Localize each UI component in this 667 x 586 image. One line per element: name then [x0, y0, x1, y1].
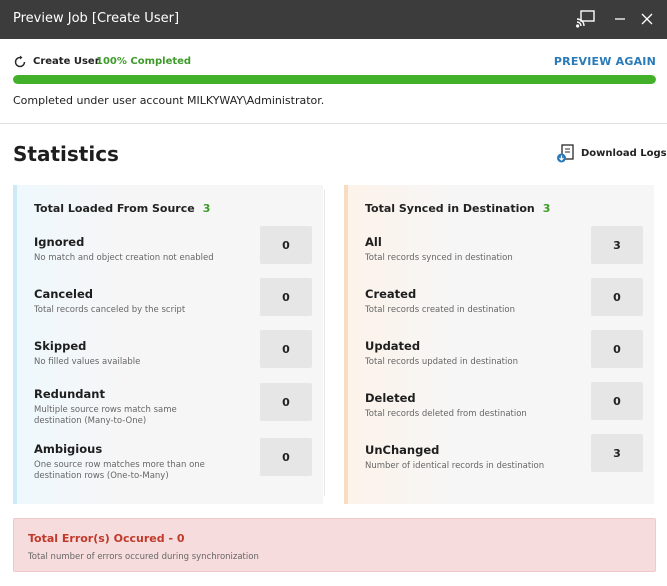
error-summary: Total Error(s) Occured - 0 Total number … — [13, 518, 656, 572]
stat-label: Ambigious — [34, 442, 103, 456]
stat-description: No filled values available — [34, 357, 141, 367]
stat-value: 0 — [591, 278, 643, 316]
preview-again-button[interactable]: PREVIEW AGAIN — [554, 55, 656, 68]
job-status-row: Create User 100% Completed PREVIEW AGAIN — [13, 54, 656, 70]
stat-label: Skipped — [34, 339, 87, 353]
stat-value: 0 — [260, 330, 312, 368]
stat-value: 0 — [260, 278, 312, 316]
destination-panel-count: 3 — [542, 202, 551, 215]
source-panel-count: 3 — [202, 202, 211, 215]
download-logs-icon — [556, 144, 576, 168]
stat-description: One source row matches more than one des… — [34, 460, 205, 481]
destination-panel-title: Total Synced in Destination — [365, 202, 535, 215]
stat-label: Redundant — [34, 387, 105, 401]
progress-status-text: 100% Completed — [96, 56, 192, 67]
minimize-icon[interactable] — [609, 8, 631, 30]
window-title: Preview Job [Create User] — [13, 11, 180, 26]
progress-bar-fill — [13, 75, 656, 84]
stat-value: 0 — [591, 382, 643, 420]
stat-description: Total records canceled by the script — [34, 305, 186, 315]
account-message: Completed under user account MILKYWAY\Ad… — [13, 94, 325, 107]
stat-description: Total records synced in destination — [365, 253, 513, 263]
section-divider — [0, 123, 667, 124]
stat-description: No match and object creation not enabled — [34, 253, 214, 263]
stat-description: Multiple source rows match same destinat… — [34, 405, 177, 426]
stat-value: 0 — [260, 438, 312, 476]
error-title: Total Error(s) Occured - 0 — [28, 532, 185, 545]
progress-bar — [13, 75, 656, 84]
stat-label: UnChanged — [365, 443, 440, 457]
stat-value: 0 — [260, 383, 312, 421]
stat-label: Ignored — [34, 235, 85, 249]
download-logs-label: Download Logs — [581, 148, 667, 159]
stat-description: Number of identical records in destinati… — [365, 461, 545, 471]
stat-description: Total records created in destination — [365, 305, 515, 315]
source-panel: Total Loaded From Source 3 Ignored No mat… — [13, 185, 323, 504]
stat-description: Total records deleted from destination — [365, 409, 527, 419]
stat-label: All — [365, 235, 382, 249]
title-bar: Preview Job [Create User] — [0, 0, 667, 39]
close-icon[interactable] — [636, 8, 658, 30]
stat-value: 0 — [260, 226, 312, 264]
destination-panel-header: Total Synced in Destination 3 — [365, 202, 550, 215]
job-name: Create User — [33, 56, 100, 67]
statistics-heading: Statistics — [13, 142, 119, 166]
stat-label: Created — [365, 287, 417, 301]
refresh-icon — [13, 54, 27, 73]
stat-label: Canceled — [34, 287, 93, 301]
stat-value: 0 — [591, 330, 643, 368]
source-panel-header: Total Loaded From Source 3 — [34, 202, 210, 215]
error-description: Total number of errors occured during sy… — [28, 552, 259, 562]
stat-label: Updated — [365, 339, 421, 353]
cast-icon[interactable] — [575, 8, 597, 30]
source-panel-title: Total Loaded From Source — [34, 202, 195, 215]
destination-panel: Total Synced in Destination 3 All Total r… — [344, 185, 654, 504]
panel-separator — [324, 190, 325, 496]
stat-label: Deleted — [365, 391, 416, 405]
stat-value: 3 — [591, 226, 643, 264]
stat-description: Total records updated in destination — [365, 357, 518, 367]
stat-value: 3 — [591, 434, 643, 472]
